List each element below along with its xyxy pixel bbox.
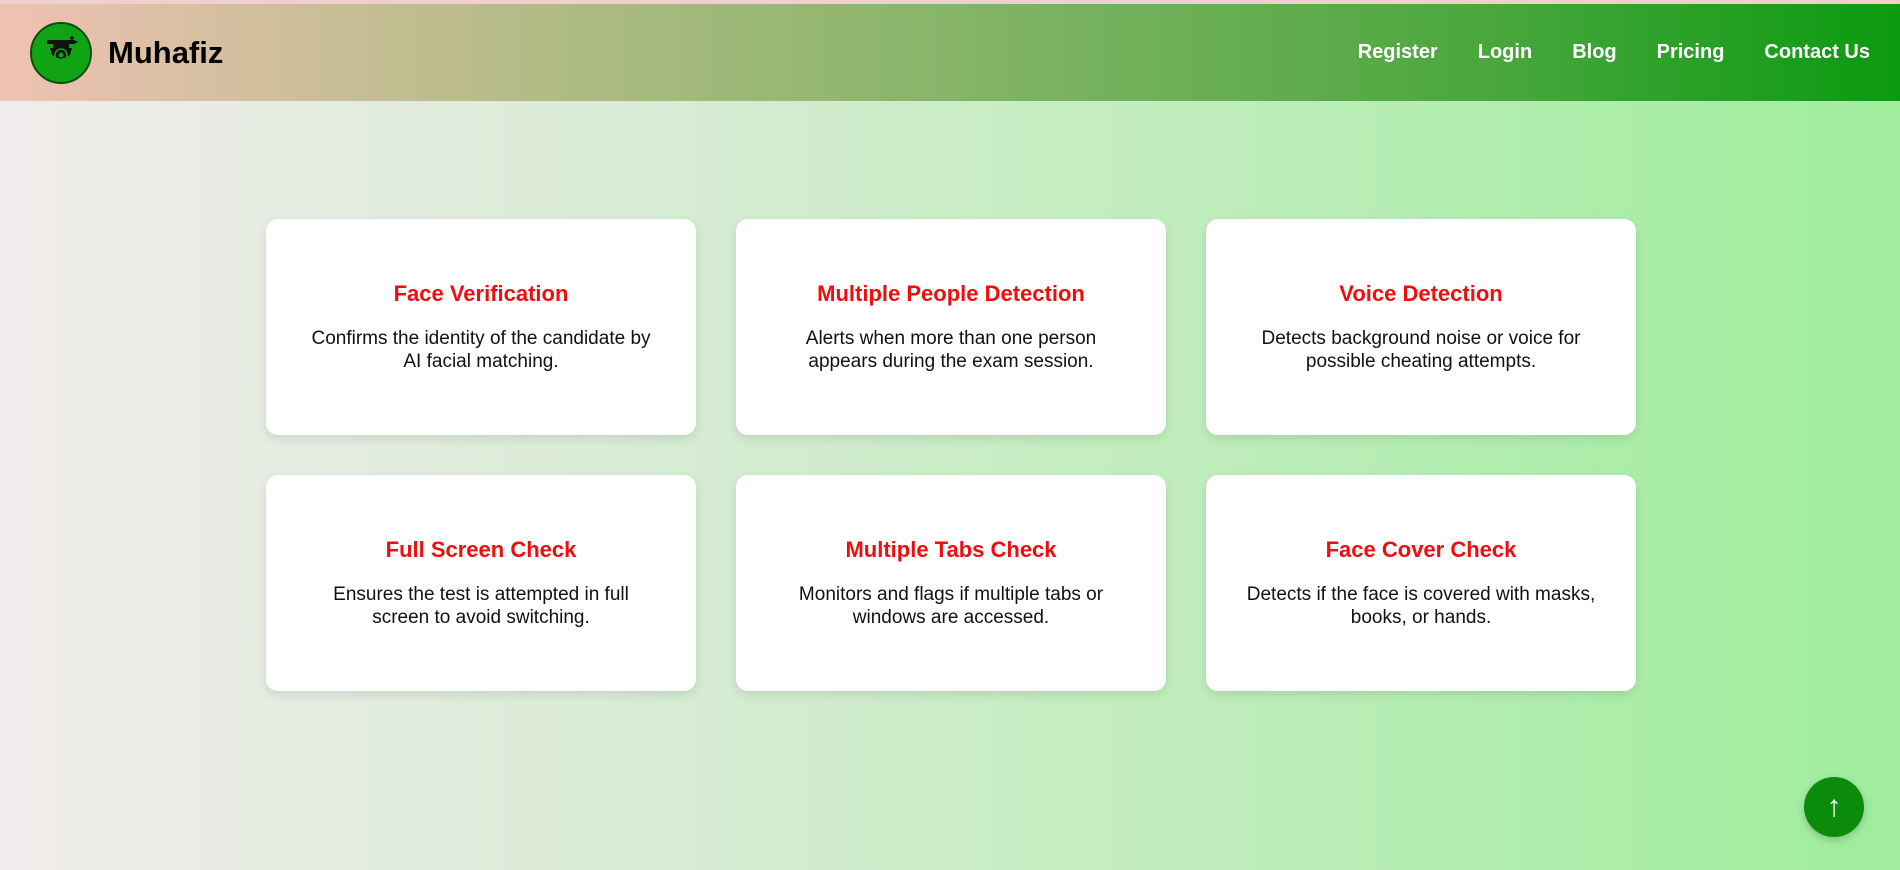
feature-card-voice-detection: Voice Detection Detects background noise… bbox=[1206, 219, 1636, 435]
nav-pricing-link[interactable]: Pricing bbox=[1657, 41, 1725, 64]
feature-card-title: Full Screen Check bbox=[385, 537, 577, 562]
nav-login-link[interactable]: Login bbox=[1478, 41, 1532, 64]
feature-card-description: Alerts when more than one person appears… bbox=[805, 328, 1097, 372]
feature-card-title: Multiple Tabs Check bbox=[845, 537, 1057, 562]
feature-card-description: Confirms the identity of the candidate b… bbox=[311, 328, 651, 372]
feature-card-full-screen-check: Full Screen Check Ensures the test is at… bbox=[266, 475, 696, 691]
feature-card-description: Ensures the test is attempted in full sc… bbox=[333, 584, 629, 628]
nav-blog-link[interactable]: Blog bbox=[1572, 41, 1616, 64]
arrow-up-icon: ↑ bbox=[1826, 790, 1842, 823]
security-camera-icon bbox=[30, 22, 92, 84]
feature-card-multiple-people-detection: Multiple People Detection Alerts when mo… bbox=[736, 219, 1166, 435]
nav-links: Register Login Blog Pricing Contact Us bbox=[1318, 4, 1870, 101]
feature-card-description: Monitors and flags if multiple tabs or w… bbox=[798, 584, 1104, 628]
feature-card-multiple-tabs-check: Multiple Tabs Check Monitors and flags i… bbox=[736, 475, 1166, 691]
feature-cards-grid: Face Verification Confirms the identity … bbox=[266, 219, 1636, 691]
back-to-top-button[interactable]: ↑ bbox=[1804, 777, 1864, 837]
nav-register-link[interactable]: Register bbox=[1358, 41, 1438, 64]
brand[interactable]: Muhafiz bbox=[30, 20, 223, 86]
feature-card-title: Multiple People Detection bbox=[817, 281, 1085, 306]
brand-name: Muhafiz bbox=[108, 35, 224, 70]
feature-card-description: Detects background noise or voice for po… bbox=[1261, 328, 1581, 372]
feature-card-title: Face Verification bbox=[393, 281, 569, 306]
navbar: Muhafiz Register Login Blog Pricing Cont… bbox=[0, 4, 1900, 101]
feature-card-title: Voice Detection bbox=[1339, 281, 1503, 306]
feature-card-description: Detects if the face is covered with mask… bbox=[1246, 584, 1596, 628]
feature-card-face-verification: Face Verification Confirms the identity … bbox=[266, 219, 696, 435]
nav-contact-us-link[interactable]: Contact Us bbox=[1764, 41, 1870, 64]
feature-card-face-cover-check: Face Cover Check Detects if the face is … bbox=[1206, 475, 1636, 691]
feature-card-title: Face Cover Check bbox=[1325, 537, 1517, 562]
